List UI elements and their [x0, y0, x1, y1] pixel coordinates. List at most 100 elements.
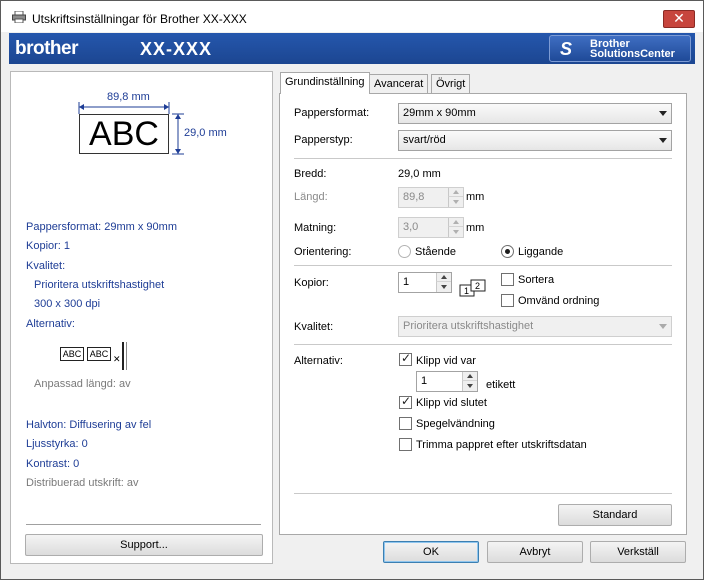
mini-label-1: ABC — [60, 347, 84, 361]
left-divider — [26, 524, 261, 525]
tab-basic[interactable]: Grundinställning — [280, 72, 370, 94]
summary-dpi: 300 x 300 dpi — [34, 298, 101, 310]
mini-label-2: ABC — [87, 347, 111, 361]
spin-up-icon[interactable] — [448, 218, 463, 227]
width-label: Bredd: — [294, 168, 327, 180]
mirror-label: Spegelvändning — [416, 418, 495, 430]
divider — [294, 493, 672, 494]
collate-pages-icon: 1 2 — [459, 279, 486, 297]
solutions-center-button[interactable]: S Brother SolutionsCenter — [549, 35, 691, 62]
tab-other[interactable]: Övrigt — [431, 74, 471, 94]
spin-up-icon[interactable] — [436, 273, 451, 282]
landscape-label: Liggande — [518, 246, 564, 258]
scissors-icon: ✕ — [113, 354, 121, 364]
solutions-center-icon: S — [560, 39, 573, 59]
window-title: Utskriftsinställningar för Brother XX-XX… — [32, 12, 247, 26]
printer-icon — [12, 11, 26, 23]
model-name: XX-XXX — [140, 39, 213, 59]
length-unit: mm — [466, 191, 485, 203]
solutions-center-line2: SolutionsCenter — [590, 48, 675, 60]
cut-every-checkbox[interactable] — [399, 351, 412, 366]
paper-type-label: Papperstyp: — [294, 134, 353, 146]
length-label: Längd: — [294, 191, 328, 203]
collate-checkbox[interactable] — [501, 273, 514, 286]
trim-label: Trimma pappret efter utskriftsdatan — [416, 439, 587, 451]
summary-halftone: Halvton: Diffusering av fel — [26, 419, 152, 431]
options-label: Alternativ: — [294, 355, 343, 367]
cut-preview-graphic: ABC ABC ✕ — [60, 342, 140, 372]
feed-spinner[interactable]: 3,0 — [398, 217, 464, 238]
basic-settings-page: Pappersformat: 29mm x 90mm Papperstyp: s… — [279, 93, 687, 535]
standard-button[interactable]: Standard — [558, 504, 672, 526]
cut-at-end-label: Klipp vid slutet — [416, 397, 487, 409]
preview-panel: 89,8 mm ABC 29,0 mm Pappersformat: 29mm … — [10, 71, 273, 564]
brand-banner: brother XX-XXX S Brother SolutionsCenter — [9, 33, 695, 64]
cut-every-value: 1 — [421, 375, 428, 387]
chevron-down-icon — [659, 324, 667, 329]
portrait-label: Stående — [415, 246, 456, 258]
label-preview: ABC — [79, 114, 169, 154]
title-bar: Utskriftsinställningar för Brother XX-XX… — [1, 1, 703, 32]
paper-type-select[interactable]: svart/röd — [398, 130, 672, 151]
cutter-bar — [122, 342, 127, 370]
support-button[interactable]: Support... — [25, 534, 263, 556]
spin-down-icon[interactable] — [448, 227, 463, 237]
spin-down-icon[interactable] — [462, 381, 477, 391]
reverse-order-checkbox[interactable] — [501, 294, 514, 307]
solutions-center-label: Brother SolutionsCenter — [590, 39, 675, 60]
length-value: 89,8 — [403, 191, 425, 203]
close-button[interactable]: ✕ — [663, 10, 695, 28]
divider — [294, 344, 672, 345]
cut-every-label: Klipp vid var — [416, 355, 476, 367]
quality-select[interactable]: Prioritera utskriftshastighet — [398, 316, 672, 337]
spin-up-icon[interactable] — [462, 372, 477, 381]
brother-logo: brother — [15, 38, 79, 59]
copies-value: 1 — [403, 276, 410, 288]
spin-up-icon[interactable] — [448, 188, 463, 197]
cut-every-spinner[interactable]: 1 — [416, 371, 478, 392]
height-dimension-line — [172, 113, 184, 155]
svg-text:1: 1 — [464, 286, 469, 296]
height-dimension: 29,0 mm — [184, 127, 227, 139]
summary-brightness: Ljusstyrka: 0 — [26, 438, 88, 450]
summary-quality-value: Prioritera utskriftshastighet — [34, 279, 165, 291]
paper-format-label: Pappersformat: — [294, 107, 370, 119]
orientation-label: Orientering: — [294, 246, 352, 258]
cut-at-end-checkbox[interactable] — [399, 394, 412, 409]
length-spinner[interactable]: 89,8 — [398, 187, 464, 208]
spin-down-icon[interactable] — [448, 197, 463, 207]
width-dimension: 89,8 mm — [107, 91, 150, 103]
feed-unit: mm — [466, 222, 485, 234]
divider — [294, 265, 672, 266]
feed-value: 3,0 — [403, 221, 419, 233]
collate-label: Sortera — [518, 274, 555, 286]
portrait-radio[interactable] — [398, 245, 411, 258]
paper-format-select[interactable]: 29mm x 90mm — [398, 103, 672, 124]
quality-label: Kvalitet: — [294, 321, 334, 333]
width-value: 29,0 mm — [398, 168, 441, 180]
landscape-radio[interactable] — [501, 245, 514, 258]
copies-label: Kopior: — [294, 277, 329, 289]
cancel-button[interactable]: Avbryt — [487, 541, 583, 563]
summary-paper-format: Pappersformat: 29mm x 90mm — [26, 221, 177, 233]
divider — [294, 158, 672, 159]
trim-checkbox[interactable] — [399, 438, 412, 451]
chevron-down-icon — [659, 111, 667, 116]
spin-down-icon[interactable] — [436, 282, 451, 292]
paper-type-value: svart/röd — [403, 134, 446, 146]
chevron-down-icon — [659, 138, 667, 143]
summary-options: Alternativ: — [26, 318, 75, 330]
summary-quality: Kvalitet: — [26, 260, 66, 272]
mirror-checkbox[interactable] — [399, 417, 412, 430]
summary-custom-length: Anpassad längd: av — [34, 378, 131, 390]
print-settings-window: Utskriftsinställningar för Brother XX-XX… — [0, 0, 704, 580]
ok-button[interactable]: OK — [383, 541, 479, 563]
reverse-order-label: Omvänd ordning — [518, 295, 600, 307]
copies-spinner[interactable]: 1 — [398, 272, 452, 293]
quality-value: Prioritera utskriftshastighet — [403, 320, 534, 332]
summary-contrast: Kontrast: 0 — [26, 458, 80, 470]
tab-advanced[interactable]: Avancerat — [369, 74, 429, 94]
svg-text:2: 2 — [475, 281, 480, 291]
paper-format-value: 29mm x 90mm — [403, 107, 476, 119]
apply-button[interactable]: Verkställ — [590, 541, 686, 563]
